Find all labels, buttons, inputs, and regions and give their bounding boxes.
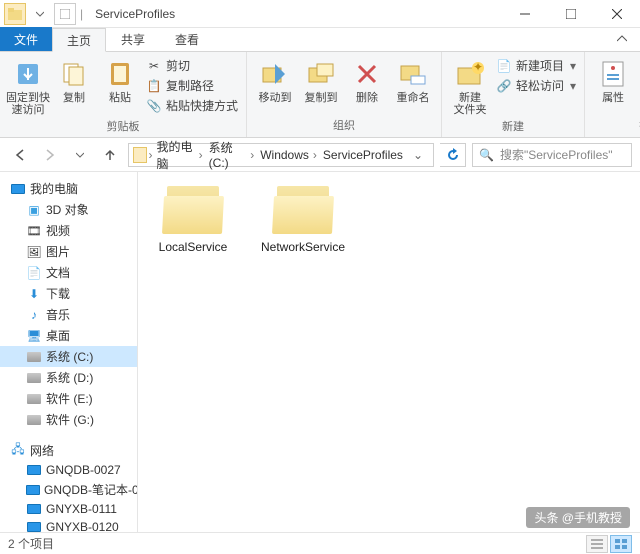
folder-item[interactable]: LocalService bbox=[148, 186, 238, 254]
tree-mycomputer[interactable]: 我的电脑 bbox=[0, 178, 137, 199]
search-icon: 🔍 bbox=[479, 148, 494, 162]
close-button[interactable] bbox=[594, 0, 640, 28]
copy-button[interactable]: 复制 bbox=[52, 56, 96, 106]
folder-icon bbox=[163, 186, 223, 234]
tree-documents[interactable]: 📄文档 bbox=[0, 262, 137, 283]
navigation-tree[interactable]: 我的电脑 ▣3D 对象 🎞视频 🖼图片 📄文档 ⬇下载 ♪音乐 🖥桌面 系统 (… bbox=[0, 172, 138, 532]
tree-net-item[interactable]: GNYXB-0120 bbox=[0, 518, 137, 532]
properties-button[interactable]: 属性 bbox=[591, 56, 635, 106]
tree-soft-g[interactable]: 软件 (G:) bbox=[0, 409, 137, 430]
tree-net-item[interactable]: GNYXB-0111 bbox=[0, 500, 137, 518]
forward-button[interactable] bbox=[38, 143, 62, 167]
breadcrumb[interactable]: › 我的电脑› 系统 (C:)› Windows› ServiceProfile… bbox=[128, 143, 434, 167]
window-title: ServiceProfiles bbox=[95, 7, 175, 21]
breadcrumb-segment[interactable]: ServiceProfiles bbox=[321, 148, 405, 162]
folder-icon bbox=[273, 186, 333, 234]
watermark: 头条 @手机教授 bbox=[526, 507, 630, 528]
tree-soft-e[interactable]: 软件 (E:) bbox=[0, 388, 137, 409]
paste-button[interactable]: 粘贴 bbox=[98, 56, 142, 106]
ribbon-collapse[interactable] bbox=[610, 27, 634, 51]
tree-system-c[interactable]: 系统 (C:) bbox=[0, 346, 137, 367]
easy-access-button[interactable]: 🔗轻松访问▾ bbox=[494, 76, 578, 95]
file-list[interactable]: LocalService NetworkService bbox=[138, 172, 640, 532]
breadcrumb-segment[interactable]: Windows› bbox=[258, 148, 319, 162]
tab-file[interactable]: 文件 bbox=[0, 27, 52, 51]
search-input[interactable]: 🔍 搜索"ServiceProfiles" bbox=[472, 143, 632, 167]
pin-to-quickaccess-button[interactable]: 固定到快 速访问 bbox=[6, 56, 50, 118]
tree-network[interactable]: 🖧网络 bbox=[0, 440, 137, 461]
back-button[interactable] bbox=[8, 143, 32, 167]
tree-music[interactable]: ♪音乐 bbox=[0, 304, 137, 325]
tab-view[interactable]: 查看 bbox=[160, 27, 214, 51]
up-button[interactable] bbox=[98, 143, 122, 167]
view-icons-button[interactable] bbox=[610, 535, 632, 553]
tab-home[interactable]: 主页 bbox=[52, 28, 106, 52]
copy-path-button[interactable]: 📋复制路径 bbox=[144, 76, 240, 95]
breadcrumb-segment[interactable]: 我的电脑› bbox=[155, 138, 205, 172]
tree-downloads[interactable]: ⬇下载 bbox=[0, 283, 137, 304]
breadcrumb-dropdown[interactable]: ⌄ bbox=[407, 148, 429, 162]
status-count: 2 个项目 bbox=[8, 535, 54, 552]
copy-to-button[interactable]: 复制到 bbox=[299, 56, 343, 106]
tree-videos[interactable]: 🎞视频 bbox=[0, 220, 137, 241]
tree-net-item[interactable]: GNQDB-笔记本-03 bbox=[0, 479, 137, 500]
delete-button[interactable]: 删除 bbox=[345, 56, 389, 106]
new-folder-button[interactable]: ✦ 新建 文件夹 bbox=[448, 56, 492, 118]
tab-share[interactable]: 共享 bbox=[106, 27, 160, 51]
move-to-button[interactable]: 移动到 bbox=[253, 56, 297, 106]
svg-text:✦: ✦ bbox=[473, 60, 483, 74]
maximize-button[interactable] bbox=[548, 0, 594, 28]
folder-item[interactable]: NetworkService bbox=[258, 186, 348, 254]
tree-net-item[interactable]: GNQDB-0027 bbox=[0, 461, 137, 479]
folder-icon bbox=[4, 3, 26, 25]
ribbon: 固定到快 速访问 复制 粘贴 ✂剪切 📋复制路径 📎粘贴快捷方式 剪贴板 移动到 bbox=[0, 52, 640, 138]
breadcrumb-segment[interactable]: 系统 (C:)› bbox=[207, 139, 257, 170]
tree-pictures[interactable]: 🖼图片 bbox=[0, 241, 137, 262]
qat-dropdown[interactable] bbox=[28, 2, 52, 26]
paste-shortcut-button[interactable]: 📎粘贴快捷方式 bbox=[144, 96, 240, 115]
tree-3dobjects[interactable]: ▣3D 对象 bbox=[0, 199, 137, 220]
refresh-button[interactable] bbox=[440, 143, 466, 167]
rename-button[interactable]: 重命名 bbox=[391, 56, 435, 106]
minimize-button[interactable] bbox=[502, 0, 548, 28]
properties-icon[interactable] bbox=[54, 3, 76, 25]
view-details-button[interactable] bbox=[586, 535, 608, 553]
folder-icon bbox=[133, 147, 147, 163]
recent-dropdown[interactable] bbox=[68, 143, 92, 167]
new-item-button[interactable]: 📄新建项目▾ bbox=[494, 56, 578, 75]
tree-desktop[interactable]: 🖥桌面 bbox=[0, 325, 137, 346]
cut-button[interactable]: ✂剪切 bbox=[144, 56, 240, 75]
tree-system-d[interactable]: 系统 (D:) bbox=[0, 367, 137, 388]
